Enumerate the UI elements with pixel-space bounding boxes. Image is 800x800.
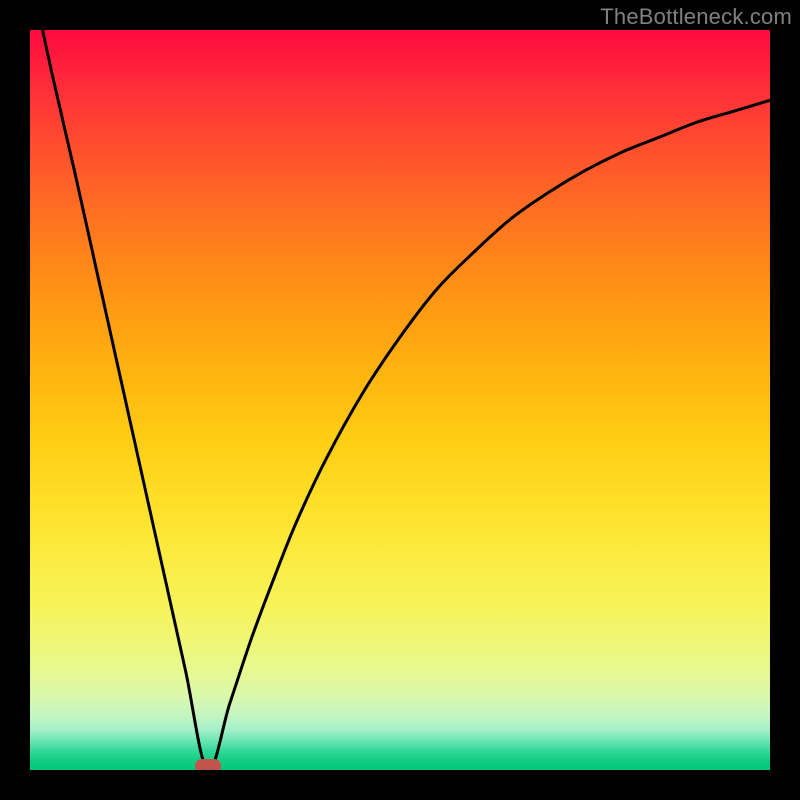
- curve-layer: [30, 30, 770, 770]
- plot-area: [30, 30, 770, 770]
- watermark-text: TheBottleneck.com: [600, 4, 792, 30]
- bottleneck-curve: [30, 30, 770, 770]
- chart-stage: TheBottleneck.com: [0, 0, 800, 800]
- minimum-marker: [195, 759, 221, 770]
